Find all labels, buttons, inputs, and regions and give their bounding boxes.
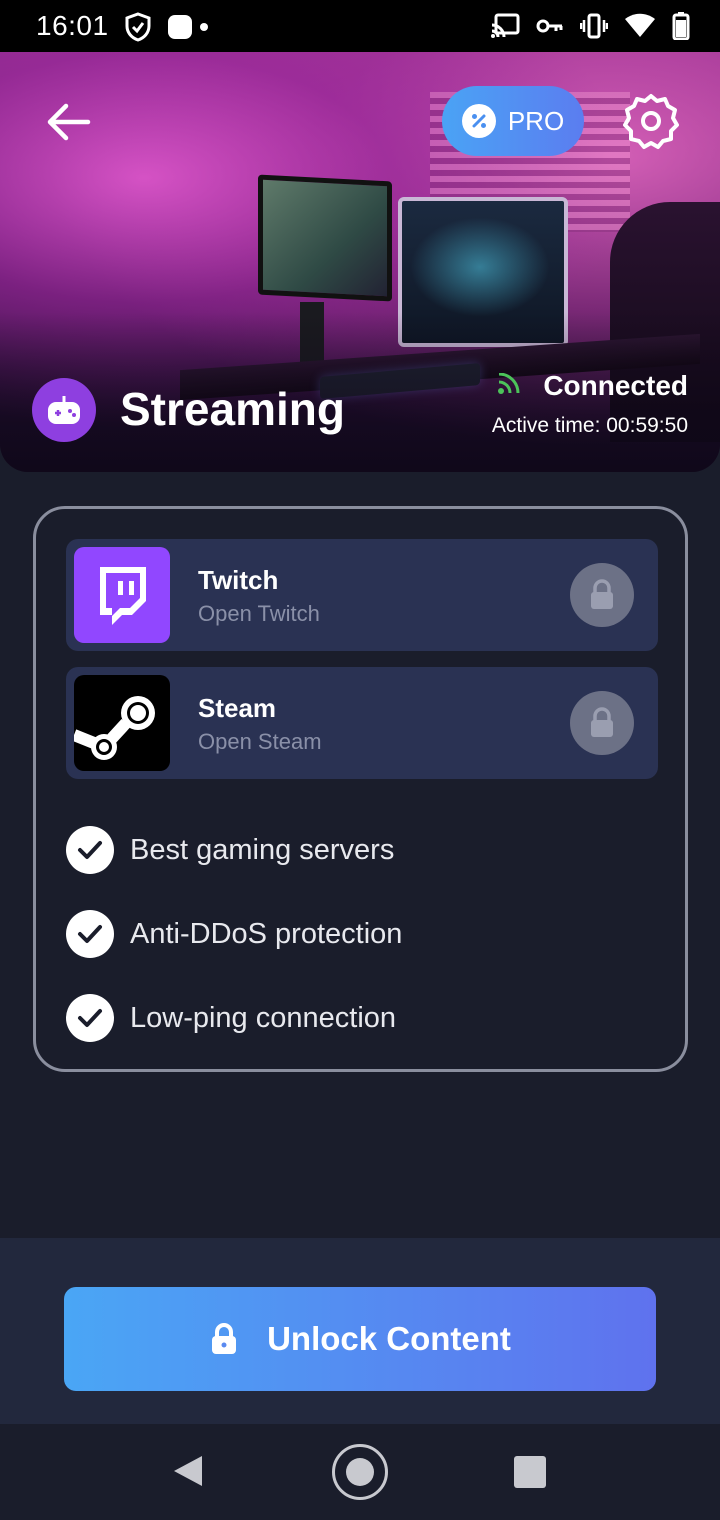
app-subtitle: Open Steam xyxy=(198,729,322,754)
status-left-icons xyxy=(124,12,210,42)
app-screen: 16:01 PRO Streaming Connected Active tim… xyxy=(0,0,720,1520)
active-time: Active time: 00:59:50 xyxy=(491,414,688,437)
shield-check-icon xyxy=(124,12,152,42)
vibrate-icon xyxy=(580,12,608,40)
triangle-back-icon xyxy=(174,1456,202,1486)
gear-icon xyxy=(623,94,679,149)
connection-info: Connected Active time: 00:59:50 xyxy=(492,370,688,438)
feature-item: Best gaming servers xyxy=(66,825,394,875)
arrow-left-icon xyxy=(47,103,91,141)
mode-title: Streaming xyxy=(120,383,345,435)
unlock-content-label: Unlock Content xyxy=(267,1320,511,1357)
nav-home-button[interactable] xyxy=(332,1444,388,1500)
lock-icon xyxy=(212,1323,237,1354)
feature-item: Low-ping connection xyxy=(66,993,396,1043)
feature-text: Best gaming servers xyxy=(130,833,395,866)
wifi-icon xyxy=(624,13,656,39)
system-nav-bar xyxy=(0,1424,720,1520)
home-circle-icon xyxy=(346,1458,374,1486)
app-name: Twitch xyxy=(198,565,279,595)
pro-label: PRO xyxy=(507,105,565,136)
unlock-content-button[interactable]: Unlock Content xyxy=(64,1287,656,1391)
nav-back-button[interactable] xyxy=(172,1454,204,1493)
settings-button[interactable] xyxy=(622,92,680,150)
pro-button[interactable]: PRO xyxy=(442,86,584,156)
cast-icon xyxy=(490,13,520,39)
app-row-twitch[interactable]: Twitch Open Twitch xyxy=(66,539,658,651)
check-circle-icon xyxy=(66,826,114,874)
status-time: 16:01 xyxy=(36,10,109,41)
discount-badge-icon xyxy=(461,104,496,138)
steam-logo-icon xyxy=(74,675,170,771)
check-circle-icon xyxy=(66,910,114,958)
feature-text: Low-ping connection xyxy=(130,1001,397,1034)
back-button[interactable] xyxy=(44,100,94,144)
content-card: Twitch Open Twitch Steam Open Steam Best… xyxy=(33,506,688,1072)
gamepad-icon xyxy=(48,396,80,424)
streaming-mode-icon xyxy=(32,378,96,442)
vpn-key-icon xyxy=(536,16,564,36)
hero-banner: PRO Streaming Connected Active time: 00:… xyxy=(0,52,720,472)
app-subtitle: Open Twitch xyxy=(198,601,320,626)
notification-dot-icon xyxy=(166,13,210,41)
status-bar: 16:01 xyxy=(0,0,720,52)
nav-recents-button[interactable] xyxy=(514,1456,546,1488)
status-right-icons xyxy=(490,12,690,40)
signal-icon xyxy=(497,372,523,400)
battery-icon xyxy=(672,12,690,40)
lock-icon xyxy=(591,707,613,737)
twitch-logo-icon xyxy=(74,547,170,643)
feature-item: Anti-DDoS protection xyxy=(66,909,402,959)
connection-status: Connected xyxy=(543,370,688,401)
lock-button[interactable] xyxy=(570,563,634,627)
app-row-steam[interactable]: Steam Open Steam xyxy=(66,667,658,779)
lock-button[interactable] xyxy=(570,691,634,755)
app-name: Steam xyxy=(198,693,277,723)
lock-icon xyxy=(591,579,613,609)
check-circle-icon xyxy=(66,994,114,1042)
feature-text: Anti-DDoS protection xyxy=(130,917,403,950)
